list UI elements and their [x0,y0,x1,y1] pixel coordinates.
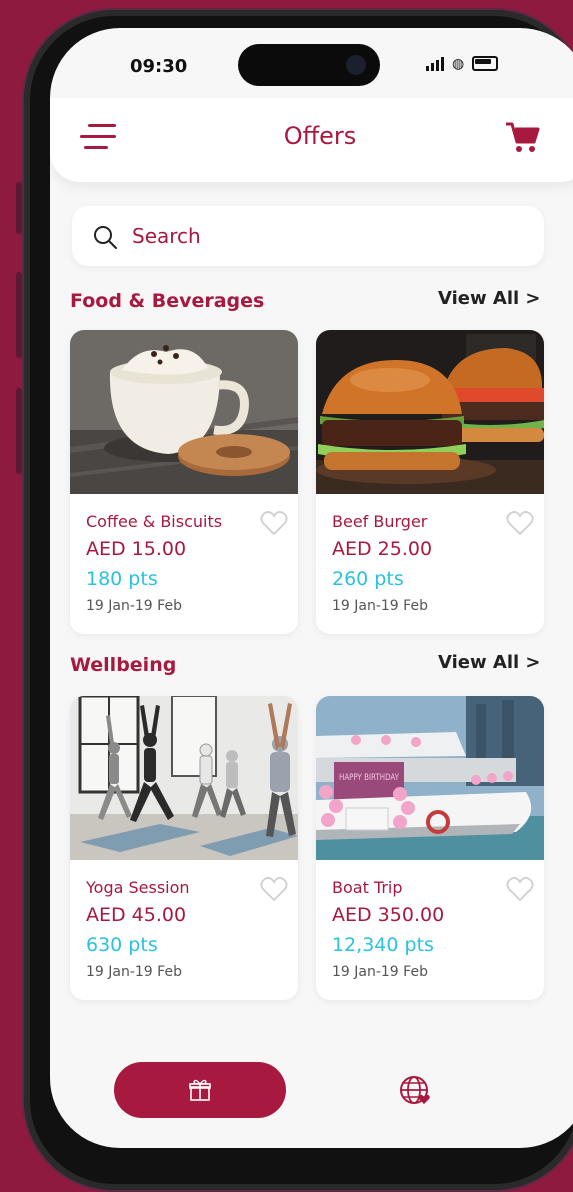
offer-dates: 19 Jan-19 Feb [332,964,428,980]
search-placeholder: Search [132,224,201,248]
offer-dates: 19 Jan-19 Feb [332,598,428,614]
offer-name: Coffee & Biscuits [86,512,223,531]
system-icons: ◍ [426,55,499,72]
heart-icon[interactable] [506,876,534,902]
offer-points: 12,340 pts [332,934,434,956]
offer-name: Beef Burger [332,512,428,531]
section-title-wellbeing: Wellbeing [70,654,177,676]
search-bar[interactable]: Search [72,206,544,266]
heart-icon[interactable] [260,510,288,536]
signal-icon [426,56,444,71]
boat-image: HAPPY BIRTHDAY [316,696,544,860]
offer-card-burger[interactable]: Beef Burger AED 25.00 260 pts 19 Jan-19 … [316,330,544,634]
yoga-image [70,696,298,860]
boat-image-text: HAPPY BIRTHDAY [339,773,399,783]
offer-dates: 19 Jan-19 Feb [86,964,182,980]
offer-price: AED 15.00 [86,538,187,560]
page-title: Offers [283,122,357,150]
offer-card-yoga[interactable]: Yoga Session AED 45.00 630 pts 19 Jan-19… [70,696,298,1000]
app-header: Offers [50,98,573,182]
offer-name: Yoga Session [86,878,190,897]
gift-icon [189,1079,211,1101]
gift-tab-button[interactable] [114,1062,286,1118]
offer-points: 630 pts [86,934,158,956]
offer-card-boat[interactable]: HAPPY BIRTHDAY Boat Trip AED 350.00 12,3… [316,696,544,1000]
offer-name: Boat Trip [332,878,403,897]
offer-points: 180 pts [86,568,158,590]
view-all-wellbeing-link[interactable]: View All > [438,652,541,673]
status-bar: 09:30 ◍ [50,28,573,98]
dynamic-island [238,44,380,86]
cart-icon[interactable] [504,120,540,154]
battery-icon [472,56,499,71]
offer-price: AED 350.00 [332,904,445,926]
bottom-nav [50,1038,573,1148]
coffee-image [70,330,298,494]
offer-price: AED 25.00 [332,538,433,560]
burger-image [316,330,544,494]
phone-screen: 09:30 ◍ Offers Search Food & Beverages V… [50,28,573,1148]
status-time: 09:30 [130,56,188,77]
wifi-icon: ◍ [452,55,465,72]
offer-card-coffee[interactable]: Coffee & Biscuits AED 15.00 180 pts 19 J… [70,330,298,634]
heart-icon[interactable] [260,876,288,902]
offer-price: AED 45.00 [86,904,187,926]
view-all-food-link[interactable]: View All > [438,288,541,309]
offer-dates: 19 Jan-19 Feb [86,598,182,614]
globe-icon[interactable] [398,1074,432,1108]
offer-points: 260 pts [332,568,404,590]
search-icon [94,226,117,249]
heart-icon[interactable] [506,510,534,536]
section-title-food: Food & Beverages [70,290,265,312]
